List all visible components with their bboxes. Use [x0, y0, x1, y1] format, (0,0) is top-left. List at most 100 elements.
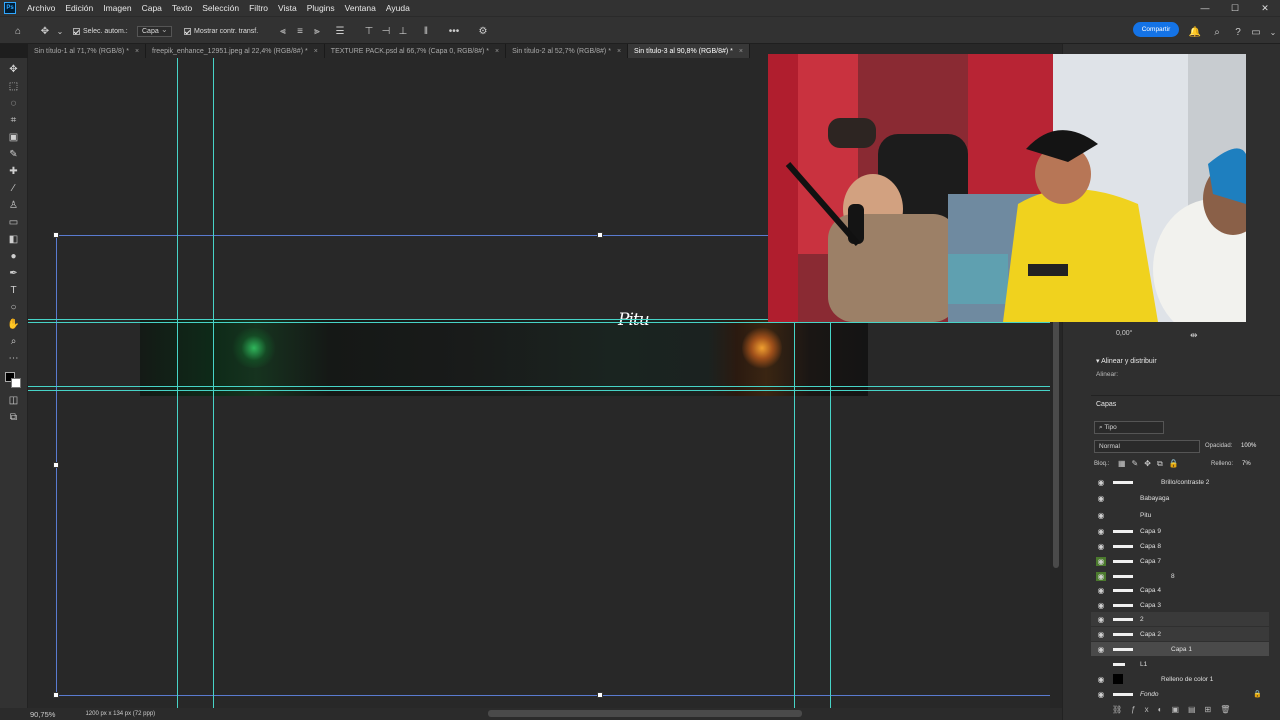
eye-icon[interactable]: ◉: [1096, 615, 1106, 624]
screen-mode-icon[interactable]: ⧉: [6, 411, 21, 425]
close-icon[interactable]: ×: [739, 48, 743, 55]
distribute-v-icon[interactable]: ‖: [419, 24, 433, 38]
hand-tool-icon[interactable]: ✋: [6, 318, 21, 332]
eye-icon[interactable]: ◉: [1096, 571, 1106, 581]
eye-icon[interactable]: ◉: [1096, 601, 1106, 610]
eye-icon[interactable]: ◉: [1096, 478, 1106, 487]
lock-icons[interactable]: ▦✎✥⧉🔒: [1118, 459, 1185, 469]
layers-panel-title[interactable]: Capas: [1096, 401, 1116, 408]
gear-icon[interactable]: ⚙: [476, 24, 490, 38]
quick-mask-icon[interactable]: ◫: [6, 394, 21, 408]
close-icon[interactable]: ×: [135, 48, 139, 55]
auto-select-dropdown[interactable]: Capa: [137, 23, 172, 39]
eye-icon[interactable]: ◉: [1096, 511, 1106, 520]
eraser-tool-icon[interactable]: ▭: [6, 216, 21, 230]
help-icon[interactable]: ?: [1231, 25, 1245, 39]
background-color-swatch[interactable]: [11, 378, 21, 388]
menu-ventana[interactable]: Ventana: [340, 3, 381, 13]
shape-tool-icon[interactable]: ○: [6, 301, 21, 315]
layer-row[interactable]: ◉ 2: [1091, 612, 1269, 626]
tab-sin-titulo-1[interactable]: Sin título-1 al 71,7% (RGB/8) * ×: [28, 44, 147, 58]
transform-handle[interactable]: [597, 232, 603, 238]
transform-handle[interactable]: [53, 692, 59, 698]
eye-icon[interactable]: ◉: [1096, 690, 1106, 699]
align-middle-v-icon[interactable]: ⊣: [379, 24, 393, 38]
blur-tool-icon[interactable]: ●: [6, 250, 21, 264]
eye-icon[interactable]: ◉: [1096, 645, 1106, 654]
angle-value[interactable]: 0,00°: [1116, 330, 1132, 337]
transform-handle[interactable]: [53, 462, 59, 468]
transform-handle[interactable]: [53, 232, 59, 238]
layer-row[interactable]: ◉ Relleno de color 1: [1091, 672, 1269, 686]
layer-row[interactable]: ◉ Capa 2: [1091, 627, 1269, 641]
layer-row[interactable]: ◉ Capa 9: [1091, 524, 1269, 538]
menu-edicion[interactable]: Edición: [60, 3, 98, 13]
eye-icon[interactable]: ◉: [1096, 630, 1106, 639]
menu-vista[interactable]: Vista: [273, 3, 302, 13]
guide-horizontal[interactable]: [28, 386, 1050, 387]
eyedropper-icon[interactable]: ✎: [6, 148, 21, 162]
object-select-icon[interactable]: ▣: [6, 131, 21, 145]
stamp-tool-icon[interactable]: ♙: [6, 199, 21, 213]
workspace-icon[interactable]: ▭: [1249, 25, 1263, 39]
layer-row[interactable]: ◉ Capa 1: [1091, 642, 1269, 656]
layer-row[interactable]: ◉ Pitu: [1091, 508, 1269, 522]
layer-row[interactable]: ◉ Capa 3: [1091, 598, 1269, 612]
marquee-tool-icon[interactable]: ⬚: [6, 80, 21, 94]
tab-sin-titulo-3[interactable]: Sin título-3 al 90,8% (RGB/8#) * ×: [628, 44, 750, 58]
move-tool-icon[interactable]: ✥: [6, 63, 21, 77]
guide-vertical[interactable]: [177, 58, 178, 708]
distribute-icon[interactable]: ☰: [333, 24, 347, 38]
menu-filtro[interactable]: Filtro: [244, 3, 273, 13]
pen-tool-icon[interactable]: ✒: [6, 267, 21, 281]
align-left-icon[interactable]: ⫷: [276, 24, 290, 38]
transform-handle[interactable]: [597, 692, 603, 698]
opacity-value[interactable]: 100%: [1241, 443, 1256, 449]
menu-archivo[interactable]: Archivo: [22, 3, 60, 13]
layer-row[interactable]: ◉ Capa 4: [1091, 583, 1269, 597]
close-window-button[interactable]: ✕: [1250, 0, 1280, 16]
chevron-down-icon[interactable]: ⌄: [53, 24, 67, 38]
tab-sin-titulo-2[interactable]: Sin título-2 al 52,7% (RGB/8#) * ×: [506, 44, 629, 58]
layer-filter-dropdown[interactable]: ⌕ Tipo: [1094, 421, 1164, 434]
menu-capa[interactable]: Capa: [137, 3, 167, 13]
fill-value[interactable]: 7%: [1242, 461, 1251, 467]
tab-freepik-enhance[interactable]: freepik_enhance_12951.jpeg al 22,4% (RGB…: [146, 44, 325, 58]
gradient-tool-icon[interactable]: ◧: [6, 233, 21, 247]
move-tool-icon[interactable]: ✥: [38, 24, 52, 38]
maximize-button[interactable]: ☐: [1220, 0, 1250, 16]
eye-icon[interactable]: ◉: [1096, 494, 1106, 503]
guide-horizontal[interactable]: [28, 322, 1050, 323]
guide-horizontal[interactable]: [28, 390, 1050, 391]
document-info[interactable]: 1200 px x 134 px (72 ppp): [85, 711, 155, 717]
auto-select-checkbox[interactable]: Selec. autom.:: [73, 23, 128, 39]
menu-ayuda[interactable]: Ayuda: [381, 3, 415, 13]
flip-icon[interactable]: ⇹: [1190, 330, 1198, 341]
bell-icon[interactable]: 🔔: [1188, 25, 1202, 39]
minimize-button[interactable]: —: [1190, 0, 1220, 16]
more-options-icon[interactable]: •••: [447, 24, 461, 38]
eye-icon[interactable]: ◉: [1096, 586, 1106, 595]
layer-row[interactable]: ◉ Fondo 🔒: [1091, 687, 1269, 701]
lasso-tool-icon[interactable]: ◌: [6, 97, 21, 111]
eye-icon[interactable]: ◉: [1096, 527, 1106, 536]
close-icon[interactable]: ×: [314, 48, 318, 55]
menu-texto[interactable]: Texto: [167, 3, 197, 13]
layer-row[interactable]: ◉ Babayaga: [1091, 491, 1269, 505]
more-tools-icon[interactable]: ⋯: [6, 352, 21, 366]
brush-tool-icon[interactable]: ∕: [6, 182, 21, 196]
pitu-text-layer[interactable]: Pitu: [618, 310, 650, 330]
share-button[interactable]: Compartir: [1133, 22, 1179, 37]
align-bottom-icon[interactable]: ⊥: [396, 24, 410, 38]
horizontal-scrollbar[interactable]: [488, 710, 802, 717]
layer-row[interactable]: ◉ 8: [1091, 569, 1269, 583]
home-icon[interactable]: ⌂: [11, 24, 25, 38]
healing-brush-icon[interactable]: ✚: [6, 165, 21, 179]
type-tool-icon[interactable]: T: [6, 284, 21, 298]
menu-seleccion[interactable]: Selección: [197, 3, 244, 13]
eye-icon[interactable]: ◉: [1096, 675, 1106, 684]
layer-actions-icons[interactable]: ⛓ƒx◐▣▤⊞🗑: [1112, 705, 1239, 714]
close-icon[interactable]: ×: [495, 48, 499, 55]
align-center-h-icon[interactable]: ≡: [293, 24, 307, 38]
show-transform-checkbox[interactable]: Mostrar contr. transf.: [184, 23, 258, 39]
